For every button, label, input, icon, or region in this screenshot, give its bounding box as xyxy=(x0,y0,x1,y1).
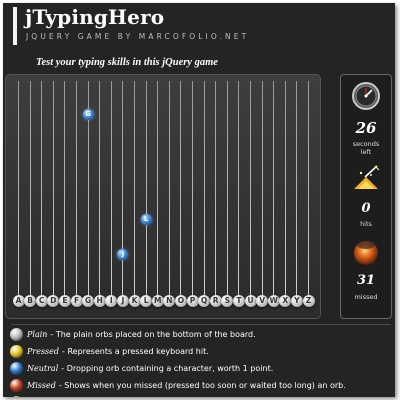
key-orb-t[interactable]: T xyxy=(232,295,245,307)
key-orb-f[interactable]: F xyxy=(70,295,83,307)
legend-name: Missed xyxy=(27,381,56,390)
missed-orb-icon xyxy=(10,379,23,392)
lane-j xyxy=(122,81,124,300)
legend-description: - Dropping orb containing a character, w… xyxy=(61,364,274,373)
key-orb-g[interactable]: G xyxy=(82,295,95,307)
key-orb-y[interactable]: Y xyxy=(290,295,303,307)
legend-description: - Represents a pressed keyboard hit. xyxy=(62,347,209,356)
lane-k xyxy=(134,81,135,300)
key-orb-b[interactable]: B xyxy=(24,295,37,307)
plain-orb-icon xyxy=(10,328,23,341)
orb-legend: Plain - The plain orbs placed on the bott… xyxy=(10,326,395,397)
key-orb-n[interactable]: N xyxy=(163,295,176,307)
legend-row-pressed: Pressed - Represents a pressed keyboard h… xyxy=(10,343,395,360)
hits-value: 0 xyxy=(361,201,371,216)
lane-i xyxy=(110,81,112,300)
key-orb-r[interactable]: R xyxy=(209,295,222,307)
key-orb-s[interactable]: S xyxy=(221,295,234,307)
lane-c xyxy=(41,81,43,300)
legend-description: - The plain orbs placed on the bottom of… xyxy=(50,330,256,339)
legend-divider xyxy=(11,324,391,325)
lane-w xyxy=(273,81,275,300)
lane-x xyxy=(284,81,286,300)
lane-n xyxy=(168,81,170,300)
lane-t xyxy=(238,81,240,300)
lane-d xyxy=(52,81,54,300)
lane-b xyxy=(29,81,31,300)
missed-label: missed xyxy=(354,293,378,301)
lane-m xyxy=(157,81,159,300)
seconds-value: 26 xyxy=(355,119,377,137)
key-orb-w[interactable]: W xyxy=(267,295,280,307)
legend-name: Neutral xyxy=(27,364,59,373)
lane-o xyxy=(180,81,182,300)
lane-r xyxy=(215,81,217,300)
lane-e xyxy=(64,81,66,300)
key-orb-u[interactable]: U xyxy=(244,295,257,307)
lane-p xyxy=(192,81,193,300)
falling-orb-j: J xyxy=(117,249,129,260)
key-orb-o[interactable]: O xyxy=(174,295,187,307)
game-subtitle: JQUERY GAME BY MARCOFOLIO.NET xyxy=(26,32,250,41)
key-orb-a[interactable]: A xyxy=(12,295,25,307)
legend-name: Plain xyxy=(27,330,48,339)
lane-z xyxy=(308,81,309,300)
key-orb-k[interactable]: K xyxy=(128,295,141,307)
key-orb-z[interactable]: Z xyxy=(302,295,315,307)
lane-a xyxy=(18,81,19,300)
lane-f xyxy=(76,81,77,300)
key-orb-j[interactable]: J xyxy=(116,295,129,307)
game-container: jTypingHero JQUERY GAME BY MARCOFOLIO.NE… xyxy=(3,3,395,397)
legend-row-plain: Plain - The plain orbs placed on the bott… xyxy=(10,326,395,343)
key-orb-c[interactable]: C xyxy=(35,295,48,307)
lane-h xyxy=(99,81,101,300)
hits-label: hits xyxy=(360,220,372,228)
lane-v xyxy=(261,81,263,300)
falling-orb-l: L xyxy=(140,213,152,225)
missed-value: 31 xyxy=(356,273,376,288)
key-orb-e[interactable]: E xyxy=(58,295,71,307)
legend-row-neutral: Neutral - Dropping orb containing a chara… xyxy=(10,360,395,377)
correct-orb-icon xyxy=(10,396,23,397)
key-orb-v[interactable]: V xyxy=(256,295,269,307)
seconds-label: seconds xyxy=(352,140,380,148)
stats-sidebar: 26 seconds left 0 hits 31 missed xyxy=(340,74,392,319)
clock-icon xyxy=(351,81,381,115)
key-orb-x[interactable]: X xyxy=(279,295,292,307)
key-orb-l[interactable]: L xyxy=(140,295,153,307)
legend-row-correct: Correct- Shows when you pressed the corr… xyxy=(10,394,395,397)
key-orb-p[interactable]: P xyxy=(186,295,199,307)
pressed-orb-icon xyxy=(10,345,23,358)
key-orb-h[interactable]: H xyxy=(93,295,106,307)
lane-q xyxy=(203,81,205,300)
game-tagline: Test your typing skills in this jQuery g… xyxy=(36,57,218,68)
title-accent-bar xyxy=(13,7,17,45)
legend-name: Pressed xyxy=(27,347,60,356)
legend-description: - Shows when you missed (pressed too soo… xyxy=(58,381,346,390)
lane-u xyxy=(250,81,251,300)
lane-y xyxy=(296,81,298,300)
explosion-icon xyxy=(351,237,381,271)
falling-orb-g: G xyxy=(82,108,94,120)
sparkle-icon xyxy=(351,163,381,197)
key-orb-m[interactable]: M xyxy=(151,295,164,307)
lane-s xyxy=(226,81,228,300)
key-orb-q[interactable]: Q xyxy=(198,295,211,307)
legend-row-missed: Missed - Shows when you missed (pressed t… xyxy=(10,377,395,394)
lane-l xyxy=(145,81,147,300)
seconds-left-label: left xyxy=(360,148,372,156)
game-board[interactable]: ABCDEFGHIJKLMNOPQRSTUVWXYZGLJ xyxy=(5,74,321,319)
key-orb-i[interactable]: I xyxy=(105,295,118,307)
game-title: jTypingHero xyxy=(25,5,165,29)
neutral-orb-icon xyxy=(10,362,23,375)
key-orb-d[interactable]: D xyxy=(47,295,60,307)
